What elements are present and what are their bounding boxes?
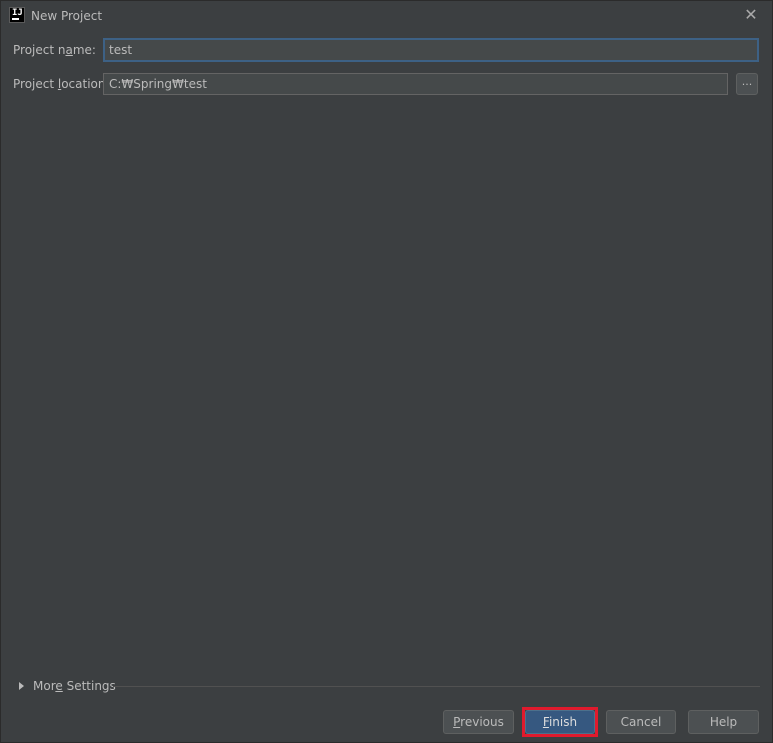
project-name-row: Project name: xyxy=(13,38,96,62)
project-location-label: Project location: xyxy=(13,77,110,91)
project-name-label: Project name: xyxy=(13,43,96,57)
previous-button[interactable]: Previous xyxy=(443,710,514,734)
project-name-input[interactable] xyxy=(103,38,759,62)
project-location-row: Project location: xyxy=(13,72,110,96)
browse-button[interactable]: ... xyxy=(736,73,758,95)
close-icon[interactable]: ✕ xyxy=(742,6,760,24)
help-button[interactable]: Help xyxy=(688,710,759,734)
expand-arrow-icon xyxy=(19,682,24,690)
more-settings-toggle[interactable]: More Settings xyxy=(19,679,116,693)
title-bar: IJ New Project ✕ xyxy=(1,1,772,31)
new-project-dialog: IJ New Project ✕ Project name: Project l… xyxy=(0,0,773,743)
intellij-idea-icon: IJ xyxy=(9,7,25,23)
cancel-button[interactable]: Cancel xyxy=(606,710,676,734)
finish-button[interactable]: Finish xyxy=(525,710,595,734)
more-settings-label: More Settings xyxy=(33,679,116,693)
project-location-input[interactable] xyxy=(103,73,728,95)
dialog-title: New Project xyxy=(31,9,103,23)
more-settings-divider xyxy=(113,686,760,687)
